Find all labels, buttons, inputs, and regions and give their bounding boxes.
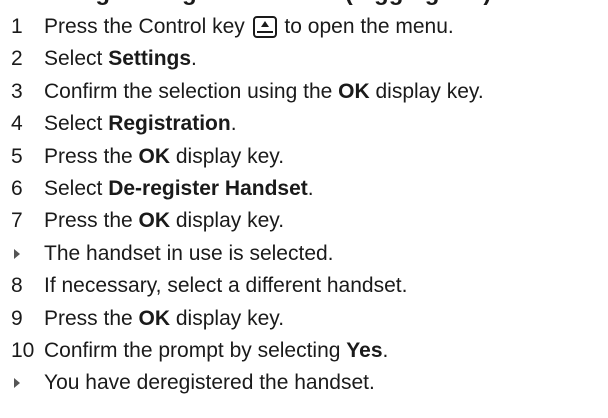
step-number: 2 <box>11 47 23 71</box>
text-fragment: . <box>230 112 237 136</box>
step-text: Press the OK display key. <box>44 205 284 237</box>
step-text: The handset in use is selected. <box>44 238 334 270</box>
text-fragment: Press the <box>44 144 139 168</box>
bold-term: OK <box>138 209 171 233</box>
text-fragment: . <box>191 47 197 71</box>
text-fragment: Select <box>44 112 109 136</box>
step-item: 5 Press the OK display key. <box>0 141 608 173</box>
step-text: Select De-register Handset. <box>44 173 314 205</box>
text-fragment: display key. <box>170 144 285 168</box>
text-fragment: If necessary, select a different handset… <box>44 274 408 298</box>
text-fragment: . <box>307 177 314 200</box>
bold-term: OK <box>338 79 370 103</box>
step-number: 4 <box>11 112 23 136</box>
bold-term: Yes <box>346 339 383 362</box>
step-number: 3 <box>11 79 23 103</box>
step-number: 6 <box>11 177 23 200</box>
text-fragment: Press the <box>44 209 139 233</box>
step-number: 8 <box>11 274 23 298</box>
step-item: 2 Select Settings. <box>0 43 608 75</box>
bold-term: De-register Handset <box>108 177 308 200</box>
control-key-icon <box>252 16 277 38</box>
text-fragment: You have deregistered the handset. <box>44 371 375 395</box>
step-item: 9 Press the OK display key. <box>0 303 608 335</box>
step-text: Confirm the selection using the OK displ… <box>44 76 484 108</box>
text-fragment: . <box>382 339 389 362</box>
bold-term: OK <box>138 144 171 168</box>
text-fragment: Confirm the selection using the <box>44 79 339 103</box>
text-fragment: Select <box>44 47 109 71</box>
step-item: 10 Confirm the prompt by selecting Yes. <box>0 335 608 367</box>
text-fragment: Select <box>44 177 109 200</box>
step-text: Press the OK display key. <box>44 303 284 335</box>
step-item: 3 Confirm the selection using the OK disp… <box>0 76 608 108</box>
step-text: If necessary, select a different handset… <box>44 270 407 302</box>
step-number: 7 <box>11 209 23 233</box>
page-title: Deregistering the handset (logging out) <box>42 0 491 8</box>
step-number: 10 <box>11 339 35 362</box>
step-number: 1 <box>11 15 23 38</box>
step-item: 6 Select De-register Handset. <box>0 173 608 205</box>
text-fragment: to open the menu. <box>278 15 454 38</box>
step-text: Press the Control key to open the menu. <box>44 11 454 43</box>
step-text: Select Settings. <box>44 43 197 75</box>
step-number: 9 <box>11 306 23 330</box>
result-arrow-icon <box>14 378 20 389</box>
bold-term: Registration <box>108 112 231 136</box>
text-fragment: The handset in use is selected. <box>44 241 334 265</box>
text-fragment: display key. <box>369 79 484 103</box>
step-item: 8 If necessary, select a different handse… <box>0 270 608 302</box>
step-text: You have deregistered the handset. <box>44 367 375 399</box>
step-item: 7 Press the OK display key. <box>0 205 608 237</box>
result-line: You have deregistered the handset. <box>0 367 608 399</box>
step-item: 4 Select Registration. <box>0 108 608 140</box>
step-number: 5 <box>11 144 23 168</box>
text-fragment: Press the <box>44 306 139 330</box>
step-text: Confirm the prompt by selecting Yes. <box>44 335 388 367</box>
text-fragment: display key. <box>170 209 285 233</box>
text-fragment: display key. <box>170 306 285 330</box>
step-text: Select Registration. <box>44 108 237 140</box>
bold-term: OK <box>138 306 171 330</box>
text-fragment: Confirm the prompt by selecting <box>44 339 347 362</box>
step-item: 1 Press the Control key to open the menu. <box>0 11 608 43</box>
step-text: Press the OK display key. <box>44 141 284 173</box>
bold-term: Settings <box>108 47 192 71</box>
text-fragment: Press the Control key <box>44 15 251 38</box>
result-arrow-icon <box>14 248 20 259</box>
result-line: The handset in use is selected. <box>0 238 608 270</box>
